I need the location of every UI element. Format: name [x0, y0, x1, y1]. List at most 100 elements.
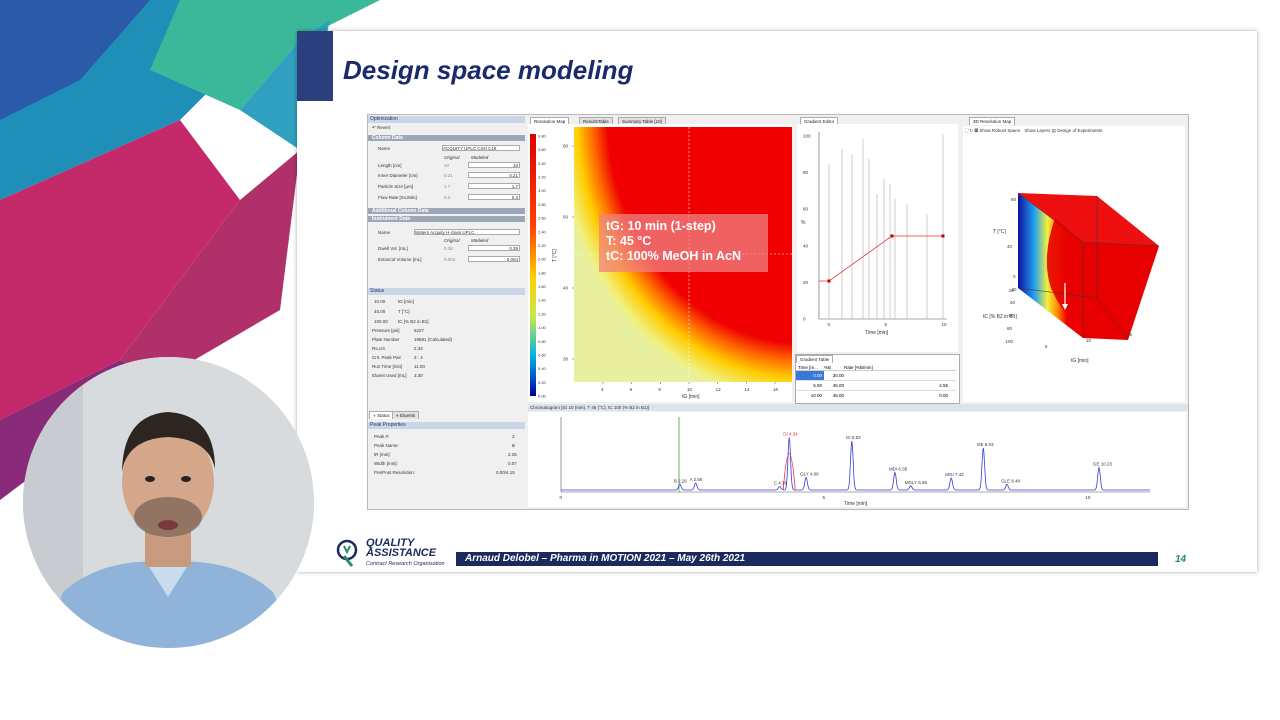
- length-field[interactable]: 10: [468, 162, 520, 168]
- resolution-value: 0.00/4.15: [496, 470, 515, 475]
- peak-label[interactable]: MDI 6.35: [889, 467, 908, 472]
- extracol-field[interactable]: 0.004: [468, 256, 520, 262]
- peak-label[interactable]: C 4.16: [774, 481, 788, 486]
- peak-label[interactable]: A 2.56: [690, 477, 703, 482]
- peak-label[interactable]: GI 5.53: [846, 435, 861, 440]
- instrument-name-field[interactable]: Waters Acquity H-class UPLC: [414, 229, 520, 235]
- particle-size-field[interactable]: 1.7: [468, 183, 520, 189]
- peak-label[interactable]: MGI 7.42: [945, 472, 964, 477]
- overlay-line-t: T: 45 °C: [606, 234, 652, 248]
- rmap-y-tick: 50: [563, 215, 569, 220]
- cube-tc-tick: 20: [1012, 287, 1018, 292]
- colorbar-tick-label: 3.20: [538, 175, 547, 180]
- tab-gradient-table[interactable]: Gradient Table: [796, 355, 834, 363]
- tab-status[interactable]: ● Status: [369, 411, 394, 419]
- overlay-line-tc: tC: 100% MeOH in AcN: [606, 249, 741, 263]
- peak-label[interactable]: MGLY 6.65: [905, 480, 928, 485]
- conditions-overlay: tG: 10 min (1-step) T: 45 °C tC: 100% Me…: [599, 214, 768, 272]
- peak-name-label: Peak Name:: [374, 443, 399, 448]
- cube-tc-tick: 100: [1006, 339, 1014, 344]
- show-layers-button[interactable]: Show Layers: [1024, 128, 1050, 133]
- gradient-node[interactable]: [941, 234, 945, 238]
- colorbar-tick-label: 0.20: [538, 380, 547, 385]
- cube-tc-tick: 0: [1013, 274, 1016, 279]
- 3d-toolbar: ⛶ ↻ ▦ Show Robust Space Show Layers ▤ De…: [965, 128, 1102, 134]
- colorbar-tick-label: 0.80: [538, 339, 547, 344]
- id-field[interactable]: 0.21: [468, 172, 520, 178]
- colorbar-tick-label: 3.80: [538, 134, 547, 139]
- logo-text: QUALITY ASSISTANCE: [366, 538, 436, 559]
- gradient-node[interactable]: [827, 279, 831, 283]
- chrom-x-tick: 10: [1085, 495, 1091, 500]
- additional-column-data-section[interactable]: Additional Column Data: [368, 208, 525, 214]
- id-label: Inner Diameter [cm]: [378, 173, 418, 178]
- peak-label[interactable]: DI 4.34: [783, 432, 798, 437]
- status-t-value: 45.00: [374, 309, 386, 314]
- row2-time[interactable]: 5.50: [796, 381, 824, 390]
- rmap-x-tick: 14: [744, 387, 750, 392]
- flow-rate-field[interactable]: 0.3: [468, 194, 520, 200]
- tr-value: 2.26: [508, 452, 517, 457]
- robust-space-icon[interactable]: ▦: [974, 128, 978, 133]
- revert-button[interactable]: ↶ Revert: [372, 125, 390, 131]
- flow-rate-label: Flow Rate [mL/Min]: [378, 195, 417, 200]
- peak-label[interactable]: DE 8.03: [977, 442, 994, 447]
- extracol-label: ExtraCol Volume [mL]: [378, 257, 422, 262]
- cube-tg-tick: 15: [1127, 332, 1133, 337]
- table-row[interactable]: 10.00 45.00 0.00: [796, 391, 956, 400]
- chromatogram[interactable]: B 2.26 A 2.56 C 4.16 DI 4.34 GLY 4.66 GI 5.53…: [528, 412, 1186, 507]
- page-number: 14: [1175, 554, 1187, 565]
- row1-percent-b[interactable]: 30.00: [824, 371, 846, 380]
- overlay-line-tg: tG: 10 min (1-step): [606, 219, 716, 233]
- rmap-x-tick: 16: [773, 387, 779, 392]
- column-name-field[interactable]: ACQUITY UPLC CSH C18: [442, 145, 520, 151]
- colorbar-tick-label: 2.40: [538, 229, 547, 234]
- rs-crit-label: Rs,crit: [372, 346, 385, 351]
- show-robust-space-button[interactable]: Show Robust Space: [979, 128, 1020, 133]
- colorbar-tick-label: 1.40: [538, 298, 547, 303]
- col-rate: Rate [%B/min]: [844, 365, 873, 370]
- title-accent: [297, 31, 333, 101]
- cube-tg-label: tG [min]: [1071, 358, 1089, 364]
- row3-time[interactable]: 10.00: [796, 391, 824, 400]
- tab-3d-resolution-map[interactable]: 3D Resolution Map: [969, 117, 1016, 125]
- colorbar-tick-label: 2.00: [538, 257, 547, 262]
- row3-percent-b[interactable]: 45.00: [824, 391, 846, 400]
- row2-percent-b[interactable]: 45.00: [824, 381, 846, 390]
- rotate-icon[interactable]: ↻: [969, 128, 973, 133]
- name-label: Name: [378, 146, 391, 151]
- rs-crit-value: 2.34: [414, 346, 423, 351]
- design-of-experiments-button[interactable]: Design of Experiments: [1057, 128, 1102, 133]
- cube-tg-tick: 5: [1045, 344, 1048, 349]
- colorbar-tick-label: 0.60: [538, 352, 547, 357]
- colorbar-tick-label: 1.80: [538, 270, 547, 275]
- extracol-original: 0.004: [444, 257, 456, 262]
- peak-label[interactable]: B 2.26: [674, 478, 688, 483]
- column-data-section[interactable]: Column Data: [368, 135, 525, 141]
- footer-text: Arnaud Delobel – Pharma in MOTION 2021 –…: [465, 553, 746, 564]
- peak-name-value: B: [512, 443, 516, 448]
- id-original: 0.21: [444, 173, 453, 178]
- gradient-editor-plot[interactable]: 0 5 10 100806040200 % Time [min]: [797, 124, 958, 352]
- table-row[interactable]: 5.50 45.00 4.55: [796, 381, 956, 391]
- status-t-label: T [°C]: [398, 309, 410, 314]
- modeled-header: Modeled: [471, 155, 489, 160]
- instrument-data-section[interactable]: Instrument Data: [368, 216, 525, 222]
- fit-view-icon[interactable]: ⛶: [965, 128, 968, 133]
- gradient-x-label: Time [min]: [865, 330, 889, 336]
- gradient-y-tick: 20: [803, 280, 809, 285]
- tab-eluents[interactable]: ● Eluents: [392, 411, 419, 419]
- peak-label[interactable]: GLY 4.66: [800, 471, 819, 476]
- 3d-resolution-cube[interactable]: 604020 020406080100 51015 T [°C] tC [% B…: [963, 138, 1185, 368]
- table-row[interactable]: 0.00 30.00: [796, 371, 956, 381]
- gradient-node[interactable]: [890, 234, 894, 238]
- tr-label: tR [min]:: [374, 452, 391, 457]
- row1-time[interactable]: 0.00: [796, 371, 824, 380]
- doe-icon[interactable]: ▤: [1052, 128, 1056, 133]
- peak-label[interactable]: GE 10.23: [1093, 462, 1113, 467]
- particle-size-label: Particle Size [µm]: [378, 184, 414, 189]
- rmap-y-tick: 40: [563, 286, 569, 291]
- dwell-field[interactable]: 0.38: [468, 245, 520, 251]
- cube-tc-tick: 80: [1007, 326, 1013, 331]
- peak-label[interactable]: GLE 8.48: [1001, 478, 1021, 483]
